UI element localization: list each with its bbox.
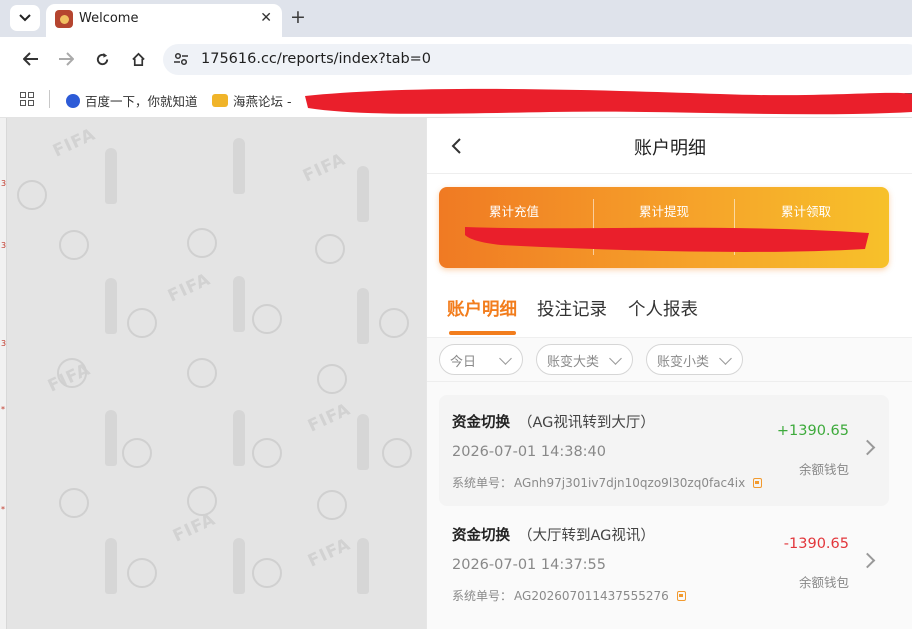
order-number: AG20260701143755527​6 bbox=[514, 588, 669, 603]
record-amount: -1390.65 bbox=[783, 536, 849, 552]
apps-grid-icon[interactable] bbox=[20, 92, 34, 106]
subcategory-dropdown[interactable]: 账变小类 bbox=[646, 344, 743, 375]
account-details-panel: 账户明细 累计充值 累计提现 累计领取 账户明细 投注记录 个人报表 今日 账变… bbox=[426, 118, 912, 629]
record-order: 系统单号： AG20260701143755527​6 bbox=[452, 587, 686, 604]
chevron-down-icon bbox=[499, 352, 512, 365]
active-tab-indicator bbox=[449, 331, 516, 335]
record-type: 资金切换 （大厅转到AG视讯） bbox=[452, 524, 655, 545]
record-desc: （大厅转到AG视讯） bbox=[518, 528, 655, 544]
bookmarks-divider bbox=[49, 90, 50, 108]
bookmark-haiyan[interactable]: 海燕论坛 - bbox=[212, 91, 291, 110]
forward-arrow-icon[interactable] bbox=[55, 48, 77, 70]
left-page-strip: 3 3 3 * * bbox=[0, 118, 7, 629]
record-time: 2026-07-01 14:37:55 bbox=[452, 557, 606, 573]
total-claim-label: 累计领取 bbox=[780, 204, 831, 219]
copy-icon[interactable] bbox=[676, 590, 686, 601]
fifa-pattern-background: FIFA FIFA FIFA FIFA FIFA FIFA FIFA bbox=[7, 118, 427, 629]
chevron-down-icon bbox=[719, 352, 732, 365]
tab-search-button[interactable] bbox=[10, 5, 40, 31]
home-icon[interactable] bbox=[127, 48, 149, 70]
tab-title: Welcome bbox=[79, 11, 139, 26]
record-type: 资金切换 （AG视讯转到大厅） bbox=[452, 411, 655, 432]
record-type-label: 资金切换 bbox=[452, 528, 510, 544]
chevron-down-icon bbox=[19, 14, 31, 22]
order-label: 系统单号： bbox=[452, 476, 513, 490]
filter-label: 账变大类 bbox=[547, 355, 600, 370]
bookmark-label: 百度一下，你就知道 bbox=[85, 94, 198, 109]
tab-account-details[interactable]: 账户明细 bbox=[447, 296, 517, 321]
redaction-scribble bbox=[465, 227, 869, 252]
record-list: 资金切换 （AG视讯转到大厅） 2026-07-01 14:38:40 系统单号：… bbox=[427, 382, 912, 629]
filter-label: 今日 bbox=[450, 355, 477, 370]
chevron-right-icon bbox=[859, 439, 876, 456]
record-amount: +1390.65 bbox=[776, 423, 849, 439]
address-bar[interactable]: 175616.cc/reports/index?tab=0 bbox=[163, 44, 912, 75]
tab-bet-records[interactable]: 投注记录 bbox=[537, 296, 607, 321]
chevron-down-icon bbox=[609, 352, 622, 365]
bookmark-baidu[interactable]: 百度一下，你就知道 bbox=[66, 91, 198, 110]
copy-icon[interactable] bbox=[753, 477, 763, 488]
browser-tab-active[interactable]: Welcome ✕ bbox=[46, 4, 282, 37]
total-withdraw-label: 累计提现 bbox=[638, 204, 689, 219]
page-header: 账户明细 bbox=[427, 118, 912, 174]
page-title: 账户明细 bbox=[634, 138, 706, 159]
baidu-paw-icon bbox=[66, 93, 80, 108]
order-label: 系统单号： bbox=[452, 589, 513, 603]
gift-icon bbox=[212, 94, 228, 107]
site-info-tune-icon[interactable] bbox=[173, 51, 189, 71]
close-tab-icon[interactable]: ✕ bbox=[260, 10, 272, 26]
summary-card: 累计充值 累计提现 累计领取 bbox=[439, 187, 889, 268]
record-time: 2026-07-01 14:38:40 bbox=[452, 444, 606, 460]
list-item[interactable]: 资金切换 （AG视讯转到大厅） 2026-07-01 14:38:40 系统单号：… bbox=[439, 395, 889, 506]
back-arrow-icon[interactable] bbox=[20, 48, 42, 70]
browser-toolbar: 175616.cc/reports/index?tab=0 bbox=[0, 37, 912, 81]
date-range-dropdown[interactable]: 今日 bbox=[439, 344, 523, 375]
record-desc: （AG视讯转到大厅） bbox=[518, 415, 655, 431]
filter-label: 账变小类 bbox=[657, 355, 710, 370]
total-deposit-label: 累计充值 bbox=[488, 204, 539, 219]
record-wallet: 余额钱包 bbox=[798, 575, 849, 590]
reload-icon[interactable] bbox=[91, 48, 113, 70]
record-type-label: 资金切换 bbox=[452, 415, 510, 431]
browser-tabstrip: Welcome ✕ + bbox=[0, 0, 912, 37]
order-number: AGnh97j301iv7djn10qzo9l30zq0fac4ix bbox=[514, 475, 746, 490]
url-text[interactable]: 175616.cc/reports/index?tab=0 bbox=[201, 51, 431, 67]
filter-bar: 今日 账变大类 账变小类 bbox=[427, 338, 912, 382]
new-tab-plus-icon[interactable]: + bbox=[290, 6, 306, 28]
redaction-scribble bbox=[305, 88, 912, 115]
record-wallet: 余额钱包 bbox=[798, 462, 849, 477]
bookmark-label: 海燕论坛 - bbox=[233, 94, 292, 109]
chevron-right-icon bbox=[859, 552, 876, 569]
site-favicon-icon bbox=[55, 10, 73, 28]
category-dropdown[interactable]: 账变大类 bbox=[536, 344, 633, 375]
record-order: 系统单号： AGnh97j301iv7djn10qzo9l30zq0fac4ix bbox=[452, 474, 763, 491]
list-item[interactable]: 资金切换 （大厅转到AG视讯） 2026-07-01 14:37:55 系统单号：… bbox=[439, 508, 889, 619]
record-tabs: 账户明细 投注记录 个人报表 bbox=[427, 280, 912, 338]
tab-personal-report[interactable]: 个人报表 bbox=[628, 296, 698, 321]
